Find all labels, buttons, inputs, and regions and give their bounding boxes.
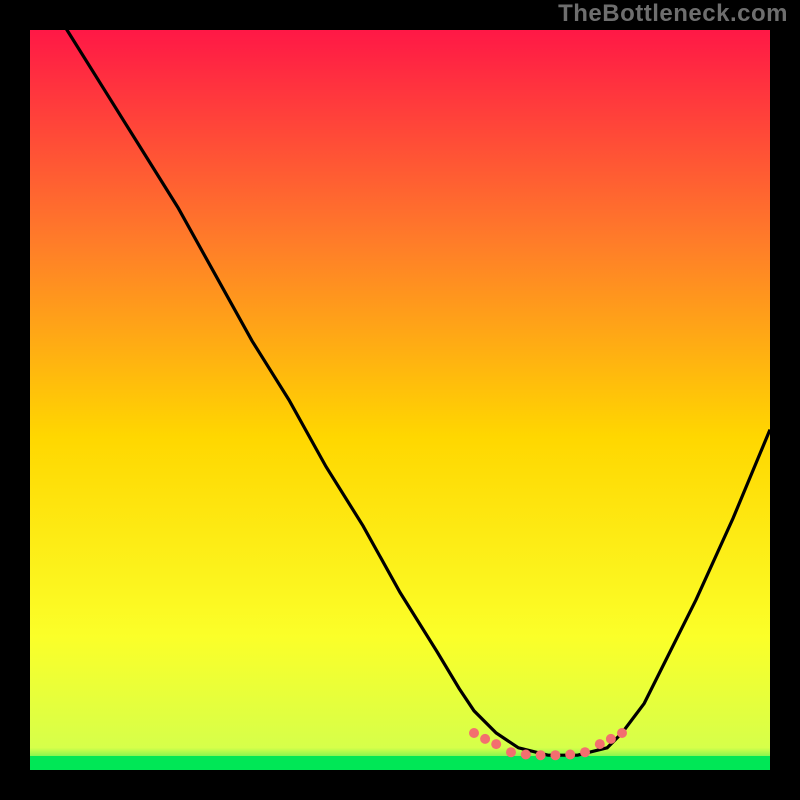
valley-dot (617, 728, 627, 738)
valley-dot (521, 750, 531, 760)
valley-dot (580, 747, 590, 757)
gradient-background (30, 30, 770, 770)
valley-dot (469, 728, 479, 738)
valley-dot (606, 734, 616, 744)
valley-dot (480, 734, 490, 744)
watermark-text: TheBottleneck.com (558, 0, 788, 28)
valley-dot (506, 747, 516, 757)
chart-frame: { "watermark": "TheBottleneck.com", "col… (0, 0, 800, 800)
valley-dot (595, 739, 605, 749)
valley-dot (565, 750, 575, 760)
bottleneck-chart (0, 0, 800, 800)
valley-dot (491, 739, 501, 749)
green-band (30, 756, 770, 770)
valley-dot (536, 750, 546, 760)
valley-dot (550, 750, 560, 760)
